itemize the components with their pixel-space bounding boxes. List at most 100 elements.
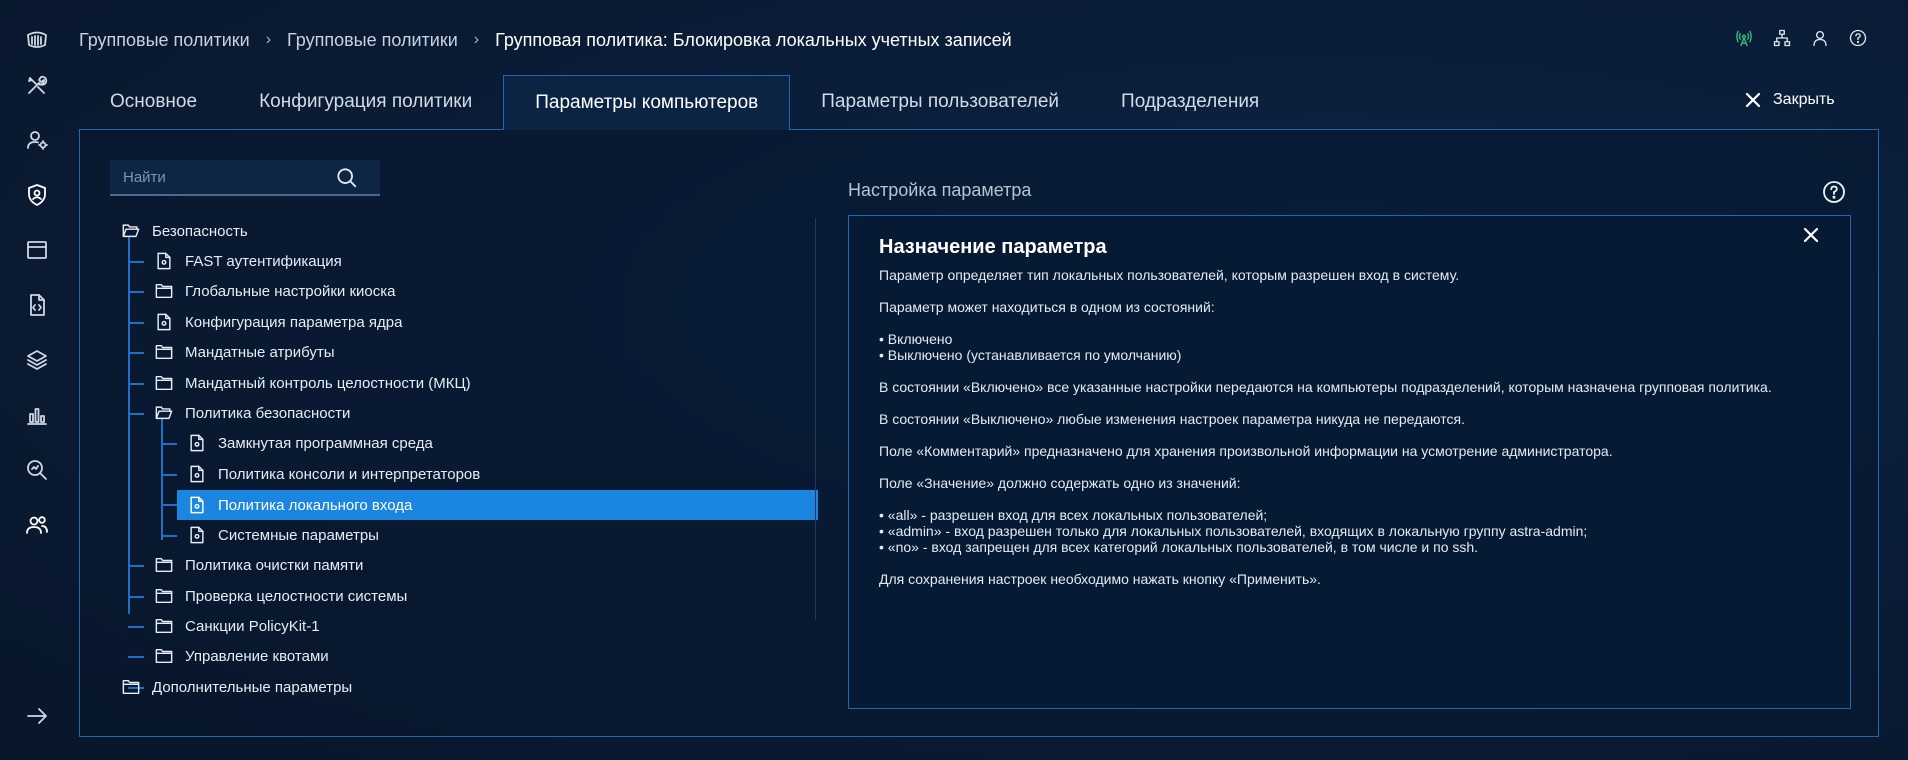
folder-icon xyxy=(155,343,173,361)
param-section-title: Настройка параметра xyxy=(848,180,1032,200)
tree-item-integrity-check[interactable]: Проверка целостности системы xyxy=(155,581,407,611)
tree-item-label: Санкции PolicyKit-1 xyxy=(185,617,320,635)
tree-subitem-system-params[interactable]: Системные параметры xyxy=(188,520,379,550)
tree-item-polkit[interactable]: Санкции PolicyKit-1 xyxy=(155,611,320,641)
close-button[interactable]: Закрыть xyxy=(1745,91,1835,109)
tab-user-params[interactable]: Параметры пользователей xyxy=(790,75,1090,129)
tree-item-label: Мандатные атрибуты xyxy=(185,343,335,361)
tree-item-label: Политика консоли и интерпретаторов xyxy=(218,465,481,483)
tree-item-kernel-param[interactable]: Конфигурация параметра ядра xyxy=(155,307,402,337)
folder-icon xyxy=(155,617,173,635)
code-file-icon[interactable] xyxy=(24,292,50,318)
users-icon[interactable] xyxy=(24,512,50,538)
main-panel: Безопасность FAST аутентификация Глобаль… xyxy=(79,129,1879,737)
tree-line xyxy=(128,626,144,628)
tree-item-label: Проверка целостности системы xyxy=(185,587,408,605)
help-icon[interactable] xyxy=(1822,180,1846,204)
tree-item-mandatory-attrs[interactable]: Мандатные атрибуты xyxy=(155,337,335,367)
param-text: Для сохранения настроек необходимо нажат… xyxy=(879,571,1321,587)
tree-item-memory-cleanup[interactable]: Политика очистки памяти xyxy=(155,550,363,580)
tree-line xyxy=(128,322,144,324)
search-input[interactable] xyxy=(123,168,323,186)
tree-subitem-closed-env[interactable]: Замкнутая программная среда xyxy=(188,428,433,458)
tree-item-fast-auth[interactable]: FAST аутентификация xyxy=(155,246,342,276)
document-settings-icon xyxy=(155,252,173,270)
document-settings-icon xyxy=(188,526,206,544)
param-text: В состоянии «Включено» все указанные нас… xyxy=(879,379,1772,395)
values-list: «all» - разрешен вход для всех локальных… xyxy=(879,507,1820,555)
breadcrumb: Групповые политики › Групповые политики … xyxy=(79,28,1012,52)
tree-item-quotas[interactable]: Управление квотами xyxy=(155,641,329,671)
tree-item-label: Замкнутая программная среда xyxy=(218,434,433,452)
tree-item-label: Управление квотами xyxy=(185,647,329,665)
tree-item-label: Конфигурация параметра ядра xyxy=(185,313,403,331)
user-settings-icon[interactable] xyxy=(24,127,50,153)
chart-icon[interactable] xyxy=(24,402,50,428)
folder-icon xyxy=(155,374,173,392)
breadcrumb-item-group-policies-2[interactable]: Групповые политики xyxy=(287,30,458,51)
layers-icon[interactable] xyxy=(24,347,50,373)
tree-node-label: Дополнительные параметры xyxy=(152,678,353,696)
tree-line xyxy=(128,291,144,293)
user-icon[interactable] xyxy=(1810,28,1830,48)
folder-open-icon xyxy=(122,222,140,240)
tree-item-security-policy[interactable]: Политика безопасности xyxy=(155,398,350,428)
tree-line xyxy=(161,443,177,445)
panel-splitter[interactable] xyxy=(815,218,816,620)
tree-item-label: Политика локального входа xyxy=(218,496,413,514)
tree-item-label: Системные параметры xyxy=(218,526,379,544)
document-settings-icon xyxy=(188,496,206,514)
folder-icon xyxy=(155,647,173,665)
tree-line xyxy=(128,383,144,385)
tree-item-kiosk[interactable]: Глобальные настройки киоска xyxy=(155,276,395,306)
close-icon xyxy=(1745,92,1761,108)
folder-icon xyxy=(155,556,173,574)
shield-user-icon[interactable] xyxy=(24,182,50,208)
tree-item-mic[interactable]: Мандатный контроль целостности (МКЦ) xyxy=(155,368,471,398)
chevron-right-icon: › xyxy=(265,31,272,48)
tab-policy-config[interactable]: Конфигурация политики xyxy=(228,75,503,129)
chevron-right-icon: › xyxy=(473,31,480,48)
folder-open-icon xyxy=(155,404,173,422)
connection-status-icon[interactable] xyxy=(1734,28,1754,48)
header-icons xyxy=(1734,28,1868,48)
app-logo-icon[interactable] xyxy=(24,27,50,53)
left-rail xyxy=(0,0,74,760)
document-settings-icon xyxy=(188,434,206,452)
param-description-card: Назначение параметра Параметр определяет… xyxy=(848,215,1851,709)
tree-line xyxy=(161,474,177,476)
tree-item-label: Политика безопасности xyxy=(185,404,351,422)
param-text: Параметр определяет тип локальных пользо… xyxy=(879,267,1460,283)
close-icon[interactable] xyxy=(1802,226,1822,246)
tools-icon[interactable] xyxy=(24,72,50,98)
breadcrumb-item-group-policies[interactable]: Групповые политики xyxy=(79,30,250,51)
search-zoom-icon[interactable] xyxy=(24,457,50,483)
tree-line xyxy=(128,237,130,614)
tab-general[interactable]: Основное xyxy=(79,75,228,129)
tree-line xyxy=(161,419,163,540)
tree-item-label: Мандатный контроль целостности (МКЦ) xyxy=(185,374,471,392)
help-icon[interactable] xyxy=(1848,28,1868,48)
tree-line xyxy=(128,413,144,415)
tree-item-label: Политика очистки памяти xyxy=(185,556,364,574)
tab-computer-params[interactable]: Параметры компьютеров xyxy=(503,75,791,130)
tree-subitem-local-login-selected[interactable]: Политика локального входа xyxy=(177,490,818,520)
search-icon[interactable] xyxy=(336,167,358,189)
tree-node-security[interactable]: Безопасность xyxy=(122,216,248,246)
window-icon[interactable] xyxy=(24,237,50,263)
network-icon[interactable] xyxy=(1772,28,1792,48)
tree-line xyxy=(128,596,144,598)
list-item: «all» - разрешен вход для всех локальных… xyxy=(879,507,1820,523)
tree-subitem-console-policy[interactable]: Политика консоли и интерпретаторов xyxy=(188,459,480,489)
arrow-right-icon[interactable] xyxy=(24,703,50,729)
tree-line xyxy=(161,535,177,537)
tab-departments[interactable]: Подразделения xyxy=(1090,75,1290,129)
tree-item-label: Глобальные настройки киоска xyxy=(185,282,396,300)
list-item: Выключено (устанавливается по умолчанию) xyxy=(879,347,1820,363)
tree-line xyxy=(128,656,144,658)
folder-icon xyxy=(122,678,140,696)
tree-node-additional-params[interactable]: Дополнительные параметры xyxy=(122,672,352,702)
param-heading: Назначение параметра xyxy=(879,236,1107,258)
param-text: Параметр может находиться в одном из сос… xyxy=(879,299,1215,315)
list-item: «no» - вход запрещен для всех категорий … xyxy=(879,539,1820,555)
